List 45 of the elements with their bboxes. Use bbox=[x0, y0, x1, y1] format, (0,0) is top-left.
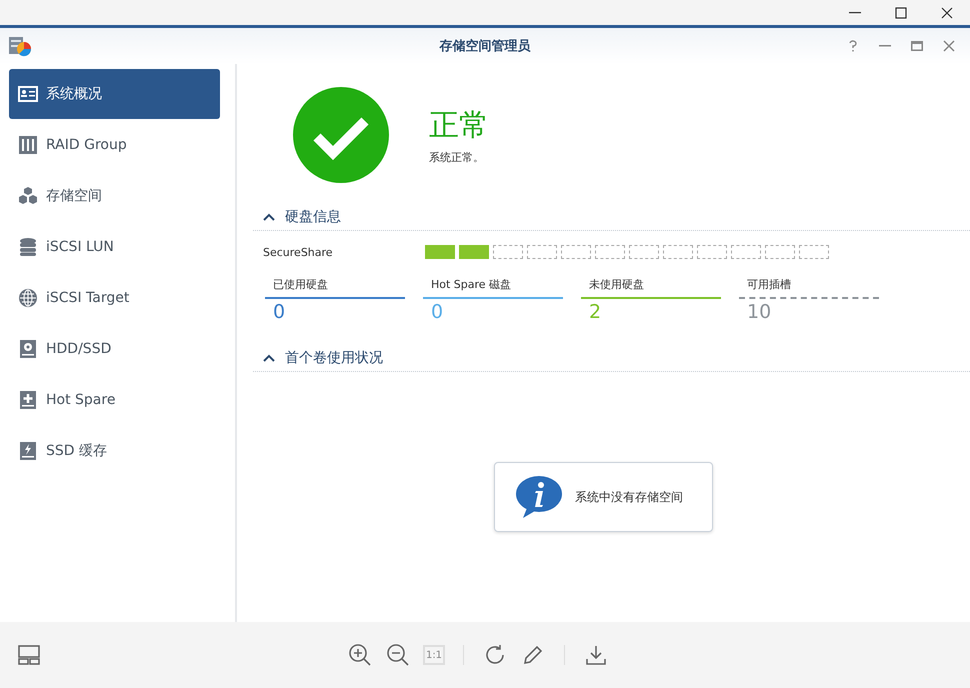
cubes-icon bbox=[18, 186, 38, 206]
status-message: 系统正常。 bbox=[429, 150, 485, 165]
status-title: 正常 bbox=[429, 107, 489, 145]
stat-value: 0 bbox=[272, 300, 286, 323]
id-card-icon bbox=[18, 84, 38, 104]
minimize-icon bbox=[879, 45, 891, 47]
layout-icon[interactable] bbox=[16, 642, 42, 668]
zoom-in-icon[interactable] bbox=[347, 642, 373, 668]
sidebar-item[interactable]: Hot Spare bbox=[9, 375, 220, 425]
notice-text: 系统中没有存储空间 bbox=[575, 488, 683, 506]
chevron-icon bbox=[263, 213, 275, 221]
close-icon bbox=[941, 6, 953, 18]
database-icon bbox=[18, 237, 38, 257]
zoom-out-icon[interactable] bbox=[385, 642, 411, 668]
stat-label: Hot Spare 磁盘 bbox=[423, 277, 563, 299]
chevron-icon bbox=[263, 354, 275, 362]
app-logo-icon bbox=[8, 35, 32, 57]
stat-label: 未使用硬盘 bbox=[581, 277, 721, 299]
stat-value: 2 bbox=[588, 300, 602, 323]
info-icon bbox=[515, 475, 563, 519]
disk-lightning-icon bbox=[18, 441, 38, 461]
maximize-icon bbox=[895, 6, 907, 18]
window-title: 存储空间管理员 bbox=[438, 38, 532, 55]
checkmark-icon bbox=[293, 87, 389, 183]
stat-label: 可用插槽 bbox=[739, 277, 879, 299]
sidebar-item[interactable]: iSCSI Target bbox=[9, 273, 220, 323]
section-header[interactable]: 硬盘信息 bbox=[253, 208, 970, 231]
disk-array-icon bbox=[18, 135, 38, 155]
help-icon bbox=[848, 40, 858, 52]
sidebar-item[interactable]: SSD 缓存 bbox=[9, 426, 220, 476]
sidebar-item[interactable]: HDD/SSD bbox=[9, 324, 220, 374]
maximize-icon bbox=[911, 41, 923, 51]
disk-plus-icon bbox=[18, 390, 38, 410]
sidebar-item[interactable]: iSCSI LUN bbox=[9, 222, 220, 272]
globe-icon bbox=[18, 288, 38, 308]
sidebar-item[interactable]: RAID Group bbox=[9, 120, 220, 170]
sidebar-item[interactable]: 系统概况 bbox=[9, 69, 220, 119]
stat-value: 0 bbox=[430, 300, 444, 323]
device-name: SecureShare bbox=[263, 246, 334, 258]
stat-value: 10 bbox=[746, 300, 772, 323]
close-icon bbox=[943, 40, 955, 52]
section-header[interactable]: 首个卷使用状况 bbox=[253, 349, 970, 372]
minimize-icon bbox=[849, 12, 861, 14]
stat-label: 已使用硬盘 bbox=[265, 277, 405, 299]
sidebar-item[interactable]: 存储空间 bbox=[9, 171, 220, 221]
